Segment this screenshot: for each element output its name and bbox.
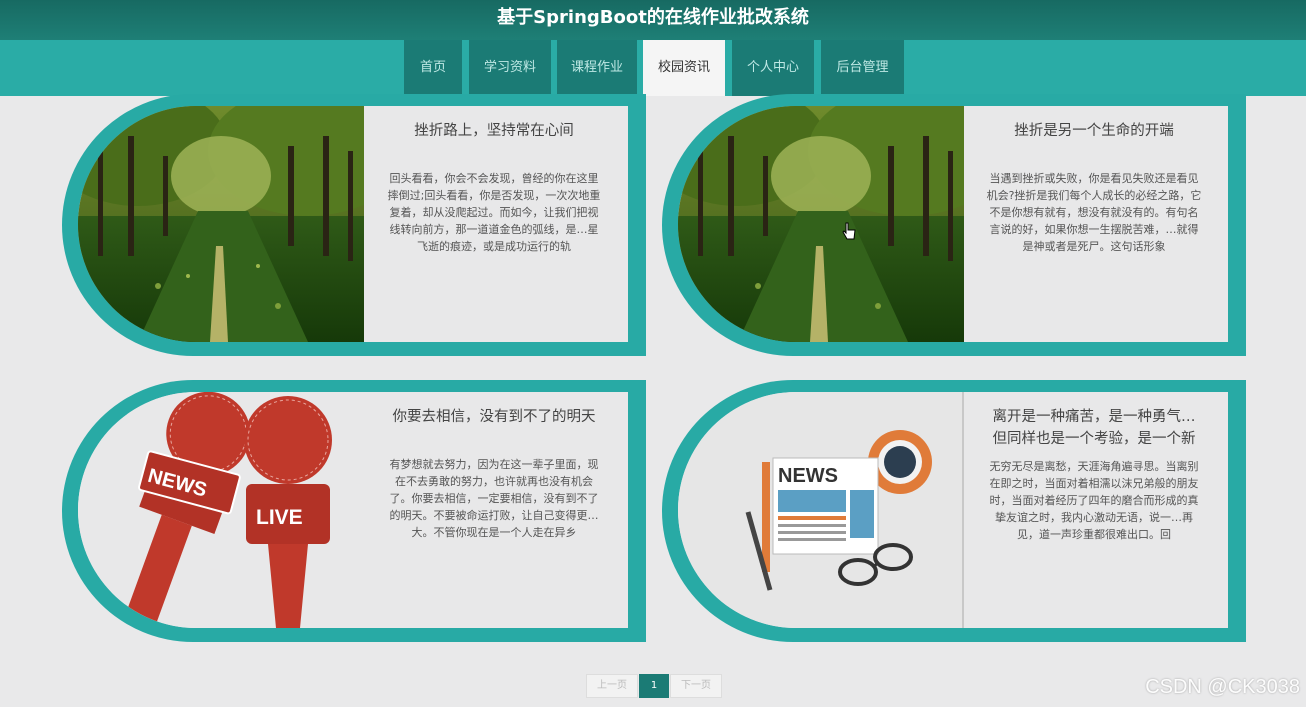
- nav-personal-center[interactable]: 个人中心: [732, 40, 814, 96]
- news-card-title[interactable]: 挫折路上，坚持常在心间: [386, 120, 602, 142]
- news-card-inner: NEWS 离开是一种痛苦，是一种勇气…但同样也是一个考验，是一个新 无穷无尽是离…: [678, 392, 1228, 628]
- nav-study-materials[interactable]: 学习资料: [469, 40, 551, 96]
- page-1-button[interactable]: 1: [639, 674, 669, 698]
- watermark: CSDN @CK3038: [1145, 676, 1300, 698]
- nav-home[interactable]: 首页: [404, 40, 462, 96]
- next-page-button[interactable]: 下一页: [670, 674, 722, 698]
- news-microphones-image: NEWS LIVE: [124, 392, 332, 628]
- nav-course-homework[interactable]: 课程作业: [557, 40, 637, 96]
- newspaper-news-label: NEWS: [778, 465, 838, 487]
- news-card-summary: 有梦想就去努力，因为在这一辈子里面，现在不去勇敢的努力，也许就再也没有机会了。你…: [389, 458, 599, 539]
- news-card-summary: 无穷无尽是离愁，天涯海角遍寻思。当离别在即之时，当面对着相濡以沫兄弟般的朋友时，…: [989, 460, 1199, 541]
- tree-road-image: [678, 106, 964, 342]
- newspaper-image: NEWS: [745, 430, 932, 591]
- news-card-content: 离开是一种痛苦，是一种勇气…但同样也是一个考验，是一个新 无穷无尽是离愁，天涯海…: [964, 392, 1228, 628]
- news-card-summary: 回头看看，你会不会发现，曾经的你在这里摔倒过;回头看看，你是否发现，一次次地重复…: [387, 172, 601, 253]
- news-card-inner: 挫折路上，坚持常在心间 回头看看，你会不会发现，曾经的你在这里摔倒过;回头看看，…: [78, 106, 628, 342]
- news-card-content: 你要去相信，没有到不了的明天 有梦想就去努力，因为在这一辈子里面，现在不去勇敢的…: [364, 392, 628, 628]
- main-nav: 首页 学习资料 课程作业 校园资讯 个人中心 后台管理: [0, 40, 1306, 96]
- news-card-image[interactable]: NEWS LIVE: [78, 392, 364, 628]
- news-card[interactable]: NEWS 离开是一种痛苦，是一种勇气…但同样也是一个考验，是一个新 无穷无尽是离…: [662, 380, 1246, 642]
- news-card-content: 挫折路上，坚持常在心间 回头看看，你会不会发现，曾经的你在这里摔倒过;回头看看，…: [364, 106, 628, 342]
- news-card[interactable]: 挫折是另一个生命的开端 当遇到挫折或失败，你是看见失败还是看见机会?挫折是我们每…: [662, 94, 1246, 356]
- hand-cursor-icon: [842, 222, 856, 240]
- news-card-image[interactable]: [78, 106, 364, 342]
- news-card-image[interactable]: NEWS: [678, 392, 964, 628]
- news-card-inner: NEWS LIVE 你要去相信，没有到不了的明天 有梦想就去努力，因为在这一辈子…: [78, 392, 628, 628]
- news-card-content: 挫折是另一个生命的开端 当遇到挫折或失败，你是看见失败还是看见机会?挫折是我们每…: [964, 106, 1228, 342]
- news-card-title[interactable]: 离开是一种痛苦，是一种勇气…但同样也是一个考验，是一个新: [986, 406, 1202, 450]
- news-card-title[interactable]: 你要去相信，没有到不了的明天: [386, 406, 602, 428]
- news-card-summary: 当遇到挫折或失败，你是看见失败还是看见机会?挫折是我们每个人成长的必经之路，它不…: [986, 172, 1202, 253]
- prev-page-button[interactable]: 上一页: [586, 674, 638, 698]
- tree-road-image: [78, 106, 364, 342]
- news-card-inner: 挫折是另一个生命的开端 当遇到挫折或失败，你是看见失败还是看见机会?挫折是我们每…: [678, 106, 1228, 342]
- live-label: LIVE: [256, 506, 303, 529]
- system-title-bar: 基于SpringBoot的在线作业批改系统: [0, 0, 1306, 40]
- news-card[interactable]: 挫折路上，坚持常在心间 回头看看，你会不会发现，曾经的你在这里摔倒过;回头看看，…: [62, 94, 646, 356]
- news-card-title[interactable]: 挫折是另一个生命的开端: [986, 120, 1202, 142]
- nav-admin[interactable]: 后台管理: [821, 40, 904, 96]
- system-title: 基于SpringBoot的在线作业批改系统: [497, 7, 809, 28]
- news-card[interactable]: NEWS LIVE 你要去相信，没有到不了的明天 有梦想就去努力，因为在这一辈子…: [62, 380, 646, 642]
- news-card-image[interactable]: [678, 106, 964, 342]
- nav-campus-news[interactable]: 校园资讯: [643, 40, 725, 96]
